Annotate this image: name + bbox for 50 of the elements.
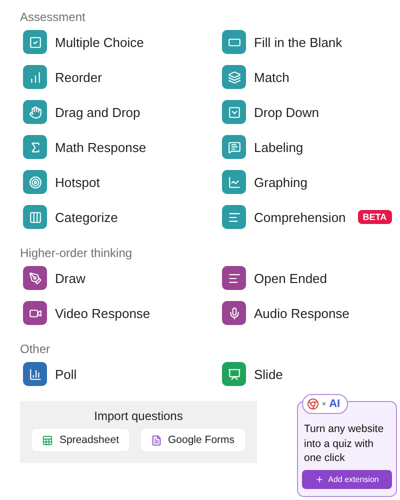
question-type-label[interactable]: Fill in the Blank	[254, 34, 342, 50]
question-type-label[interactable]: Categorize	[55, 210, 118, 224]
question-type-icon[interactable]	[222, 30, 246, 54]
question-type-icon[interactable]	[23, 65, 47, 89]
section-heading: Assessment	[20, 10, 86, 24]
question-type-icon[interactable]	[222, 135, 246, 159]
question-type-label[interactable]: Reorder	[55, 70, 102, 84]
beta-badge: BETA	[358, 210, 392, 224]
document-icon	[151, 434, 162, 446]
question-type-icon[interactable]	[222, 362, 246, 386]
add-extension-button[interactable]: Add extension	[302, 470, 392, 490]
ai-logo: AI	[329, 398, 340, 410]
question-type-icon[interactable]	[23, 301, 47, 325]
question-type-label[interactable]: Match	[254, 70, 290, 84]
browser-icon	[307, 398, 319, 410]
question-type-icon[interactable]	[23, 170, 47, 194]
question-type-icon[interactable]	[222, 205, 246, 229]
question-type-label[interactable]: Hotspot	[55, 174, 100, 190]
question-type-icon[interactable]	[23, 135, 47, 159]
question-type-icon[interactable]	[222, 170, 246, 194]
question-type-label[interactable]: Graphing	[254, 174, 308, 190]
question-type-icon[interactable]	[23, 362, 47, 386]
import-title: Import questions	[94, 409, 183, 423]
question-type-icon[interactable]	[23, 30, 47, 54]
section-heading: Higher-order thinking	[20, 246, 134, 260]
promo-text: Turn any website into a quiz with one click	[304, 422, 385, 466]
question-type-label[interactable]: Comprehension	[254, 210, 346, 224]
question-type-icon[interactable]	[222, 301, 246, 325]
question-type-label[interactable]: Draw	[55, 270, 86, 286]
question-type-label[interactable]: Drop Down	[254, 104, 320, 120]
plus-icon	[315, 475, 324, 484]
question-type-label[interactable]: Labeling	[254, 140, 304, 154]
question-type-label[interactable]: Poll	[55, 366, 77, 382]
question-type-label[interactable]: Slide	[254, 366, 283, 382]
question-type-label[interactable]: Drag and Drop	[55, 104, 140, 120]
question-type-label[interactable]: Multiple Choice	[55, 34, 144, 50]
question-type-icon[interactable]	[23, 100, 47, 124]
question-type-icon[interactable]	[222, 65, 246, 89]
import-button[interactable]: Google Forms	[141, 429, 245, 451]
question-type-icon[interactable]	[222, 100, 246, 124]
question-type-icon[interactable]	[23, 205, 47, 229]
question-type-label[interactable]: Math Response	[55, 140, 146, 154]
question-type-label[interactable]: Audio Response	[254, 306, 350, 320]
table-icon	[42, 434, 54, 446]
import-button[interactable]: Spreadsheet	[32, 429, 129, 451]
question-type-icon[interactable]	[222, 266, 246, 290]
question-type-icon[interactable]	[23, 266, 47, 290]
question-type-label[interactable]: Open Ended	[254, 270, 328, 286]
question-type-label[interactable]: Video Response	[55, 306, 150, 320]
section-heading: Other	[20, 342, 52, 356]
